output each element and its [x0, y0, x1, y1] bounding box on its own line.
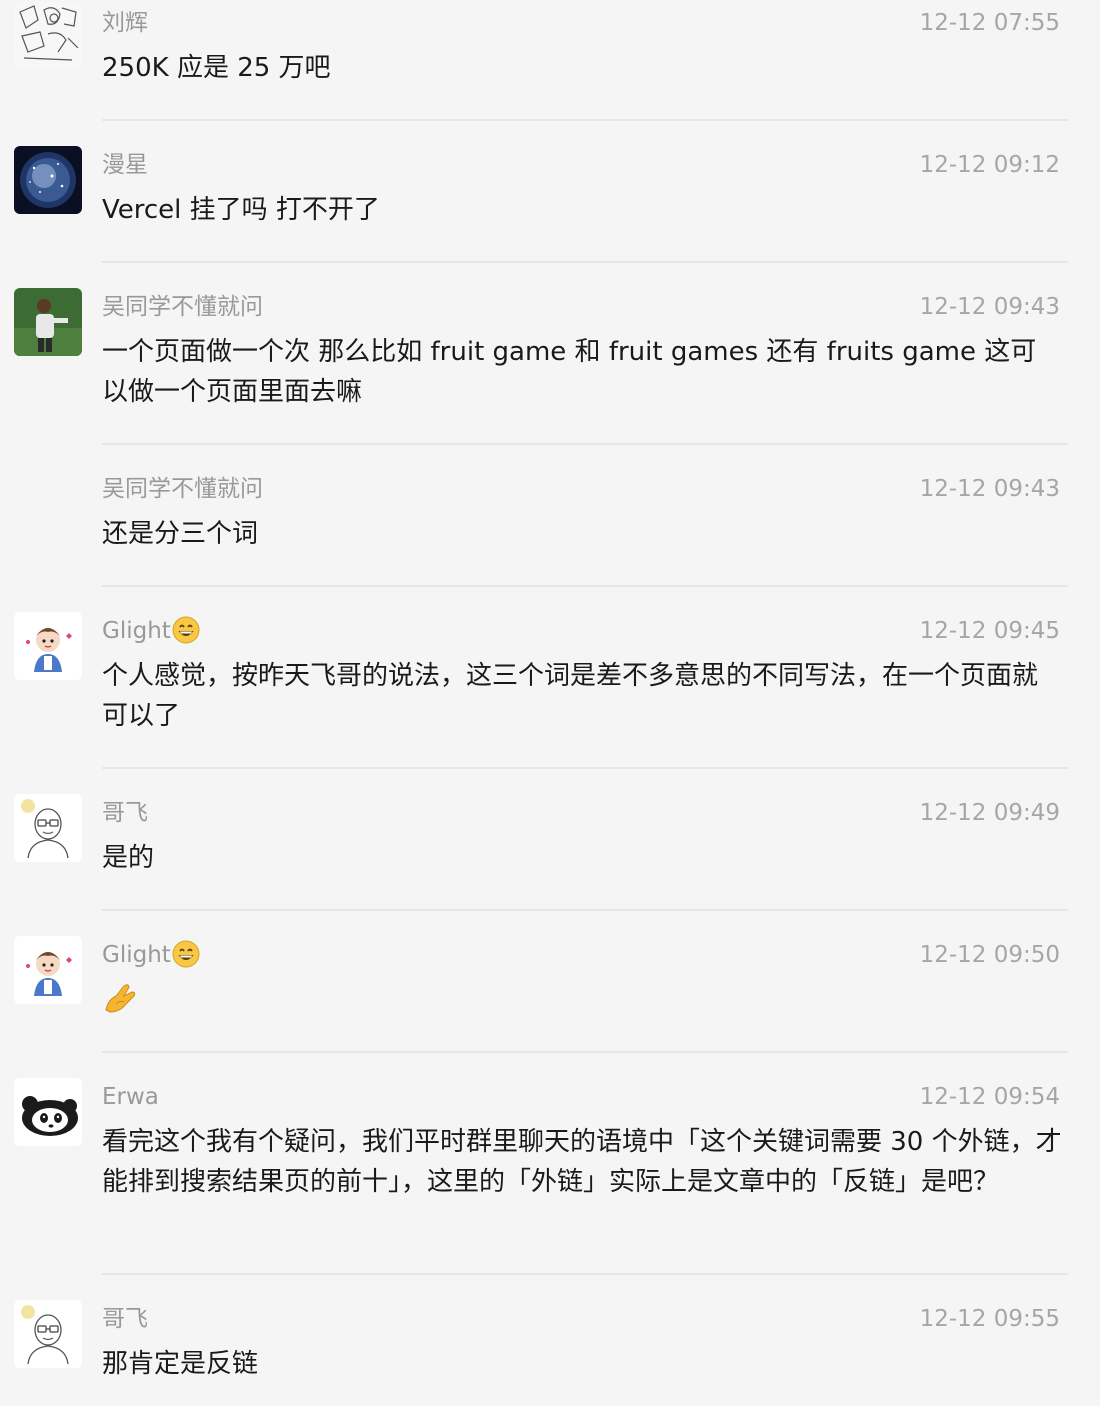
- message-text: 还是分三个词: [102, 519, 259, 549]
- message-time: 12-12 09:12: [919, 152, 1060, 178]
- sender-name[interactable]: Erwa: [102, 1082, 159, 1112]
- galaxy-avatar-icon[interactable]: [14, 146, 82, 214]
- message-text: [102, 980, 1062, 1022]
- sender-name[interactable]: Glight: [102, 940, 200, 970]
- divider: [102, 767, 1068, 769]
- cartoon-boy-avatar-icon[interactable]: [14, 612, 82, 680]
- panda-avatar-icon[interactable]: [14, 1078, 82, 1146]
- message-text: 一个页面做一个次 那么比如 fruit game 和 fruit games 还…: [102, 337, 1037, 407]
- cartoon-boy-avatar-icon[interactable]: [14, 936, 82, 1004]
- grinning-face-icon: [172, 940, 200, 968]
- sketch-avatar-icon[interactable]: [14, 2, 82, 70]
- message-time: 12-12 07:55: [919, 10, 1060, 36]
- pinched-hand-icon: [105, 984, 136, 1013]
- photo-avatar-icon[interactable]: [14, 288, 82, 356]
- message-text: 那肯定是反链: [102, 1349, 259, 1379]
- sender-name[interactable]: 刘辉: [102, 8, 148, 38]
- sender-name[interactable]: 吴同学不懂就问: [102, 292, 263, 322]
- message-time: 12-12 09:54: [919, 1084, 1060, 1110]
- message-time: 12-12 09:49: [919, 800, 1060, 826]
- sender-name[interactable]: 漫星: [102, 150, 148, 180]
- sender-name[interactable]: 哥飞: [102, 798, 148, 828]
- message-time: 12-12 09:55: [919, 1306, 1060, 1332]
- message-time: 12-12 09:45: [919, 618, 1060, 644]
- divider: [102, 1273, 1068, 1275]
- sender-name-label: Glight: [102, 942, 171, 968]
- message-text: 是的: [102, 843, 155, 873]
- message-text: Vercel 挂了吗 打不开了: [102, 195, 380, 225]
- sender-name[interactable]: 吴同学不懂就问: [102, 474, 263, 504]
- message-text: 个人感觉，按昨天飞哥的说法，这三个词是差不多意思的不同写法，在一个页面就可以了: [102, 661, 1039, 731]
- glasses-man-avatar-icon[interactable]: [14, 1300, 82, 1368]
- message-time: 12-12 09:50: [919, 942, 1060, 968]
- message-time: 12-12 09:43: [919, 476, 1060, 502]
- divider: [102, 585, 1068, 587]
- message-text: 250K 应是 25 万吧: [102, 53, 331, 83]
- sender-name[interactable]: Glight: [102, 616, 200, 646]
- message-text: 看完这个我有个疑问，我们平时群里聊天的语境中「这个关键词需要 30 个外链，才能…: [102, 1127, 1062, 1197]
- grinning-face-icon: [172, 616, 200, 644]
- sender-name-label: Glight: [102, 618, 171, 644]
- divider: [102, 909, 1068, 911]
- divider: [102, 261, 1068, 263]
- message-time: 12-12 09:43: [919, 294, 1060, 320]
- glasses-man-avatar-icon[interactable]: [14, 794, 82, 862]
- divider: [102, 1051, 1068, 1053]
- divider: [102, 119, 1068, 121]
- sender-name[interactable]: 哥飞: [102, 1304, 148, 1334]
- divider: [102, 443, 1068, 445]
